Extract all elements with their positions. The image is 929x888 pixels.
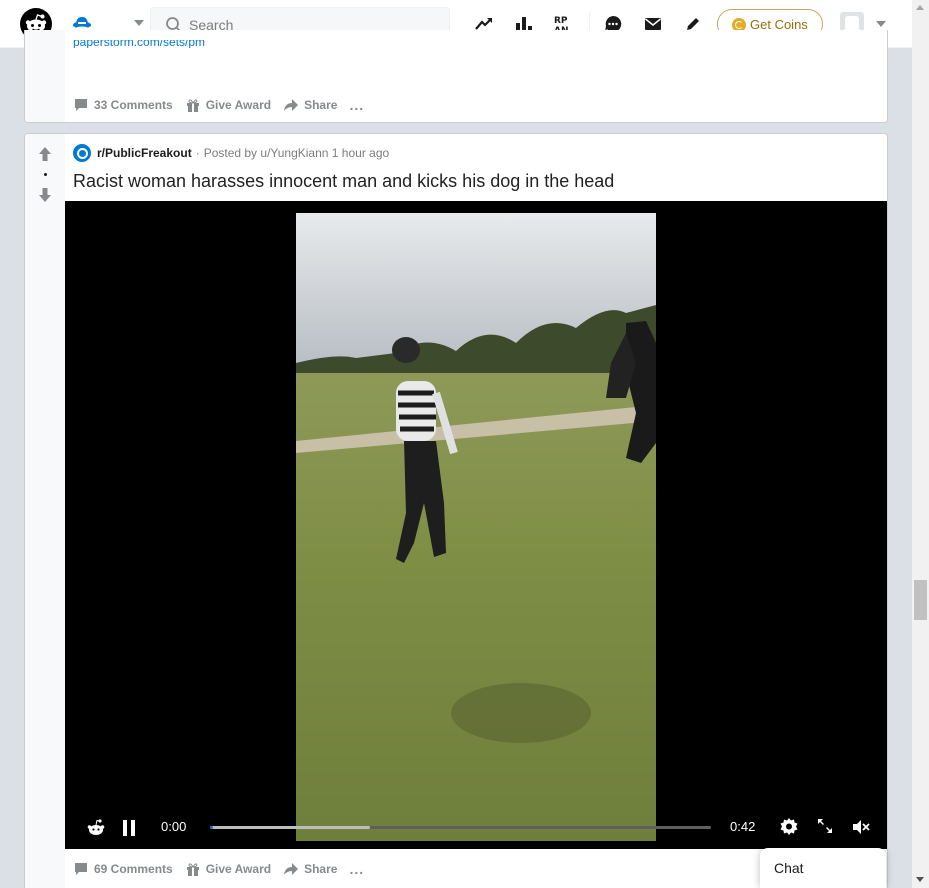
subreddit-icon[interactable] — [73, 144, 91, 162]
user-menu-chevron-down-icon[interactable] — [876, 21, 886, 27]
comments-label: 69 Comments — [94, 862, 173, 876]
comments-button[interactable]: 33 Comments — [73, 97, 173, 113]
fullscreen-expand-icon[interactable] — [816, 817, 834, 835]
give-award-button[interactable]: Give Award — [185, 861, 271, 877]
post-actions: 69 Comments Give Award Share ... — [73, 856, 364, 882]
share-label: Share — [304, 862, 338, 876]
give-award-label: Give Award — [205, 862, 272, 876]
post-meta: r/PublicFreakout · Posted by u/YungKiann… — [73, 144, 389, 162]
share-button[interactable]: Share — [283, 97, 337, 113]
video-progress-bar[interactable] — [210, 826, 711, 829]
vote-column — [25, 134, 65, 888]
scroll-down-arrow-icon[interactable] — [916, 877, 924, 882]
current-time: 0:00 — [161, 819, 187, 834]
give-award-label: Give Award — [205, 98, 272, 112]
scroll-up-arrow-icon[interactable] — [916, 5, 924, 10]
chat-widget[interactable]: Chat — [760, 848, 886, 888]
reddit-snoo-icon[interactable] — [85, 817, 107, 839]
comment-icon — [75, 863, 87, 875]
post-card[interactable]: paperstorm.com/sets/pm 33 Comments Give … — [24, 30, 888, 123]
community-dropdown-chevron-down-icon[interactable] — [134, 20, 144, 26]
post-title[interactable]: Racist woman harasses innocent man and k… — [73, 171, 614, 192]
meta-separator: · — [195, 146, 200, 160]
post-actions: 33 Comments Give Award Share ... — [73, 92, 364, 118]
subreddit-link[interactable]: r/PublicFreakout — [97, 146, 192, 160]
post-link[interactable]: paperstorm.com/sets/pm — [73, 40, 205, 48]
posted-by[interactable]: Posted by u/YungKiann 1 hour ago — [204, 146, 389, 160]
share-label: Share — [304, 98, 338, 112]
gift-icon — [186, 99, 199, 112]
share-button[interactable]: Share — [283, 861, 337, 877]
video-player[interactable]: 0:00 0:42 — [65, 201, 887, 849]
comments-label: 33 Comments — [94, 98, 173, 112]
vote-column — [25, 30, 65, 122]
video-controls: 0:00 0:42 — [65, 809, 887, 845]
svg-text:RP: RP — [554, 16, 568, 26]
scroll-thumb[interactable] — [914, 580, 927, 620]
upvote-arrow-icon[interactable] — [38, 146, 52, 162]
more-options-icon[interactable]: ... — [349, 97, 364, 113]
video-frame[interactable] — [296, 213, 656, 841]
pause-icon[interactable] — [121, 819, 137, 837]
vote-score — [44, 173, 47, 176]
share-icon — [284, 99, 299, 111]
video-buffer-fill — [210, 826, 371, 829]
comment-icon — [75, 99, 87, 111]
video-played-fill — [210, 826, 213, 829]
comments-button[interactable]: 69 Comments — [73, 861, 173, 877]
duration: 0:42 — [730, 819, 756, 834]
muted-volume-icon[interactable] — [851, 817, 871, 837]
settings-gear-icon[interactable] — [779, 817, 799, 837]
post-card[interactable]: r/PublicFreakout · Posted by u/YungKiann… — [24, 133, 888, 888]
give-award-button[interactable]: Give Award — [185, 97, 271, 113]
page-scrollbar[interactable] — [912, 0, 929, 888]
chat-label: Chat — [774, 860, 804, 876]
share-icon — [284, 863, 299, 875]
more-options-icon[interactable]: ... — [349, 861, 364, 877]
gift-icon — [186, 863, 199, 876]
downvote-arrow-icon[interactable] — [38, 187, 52, 203]
